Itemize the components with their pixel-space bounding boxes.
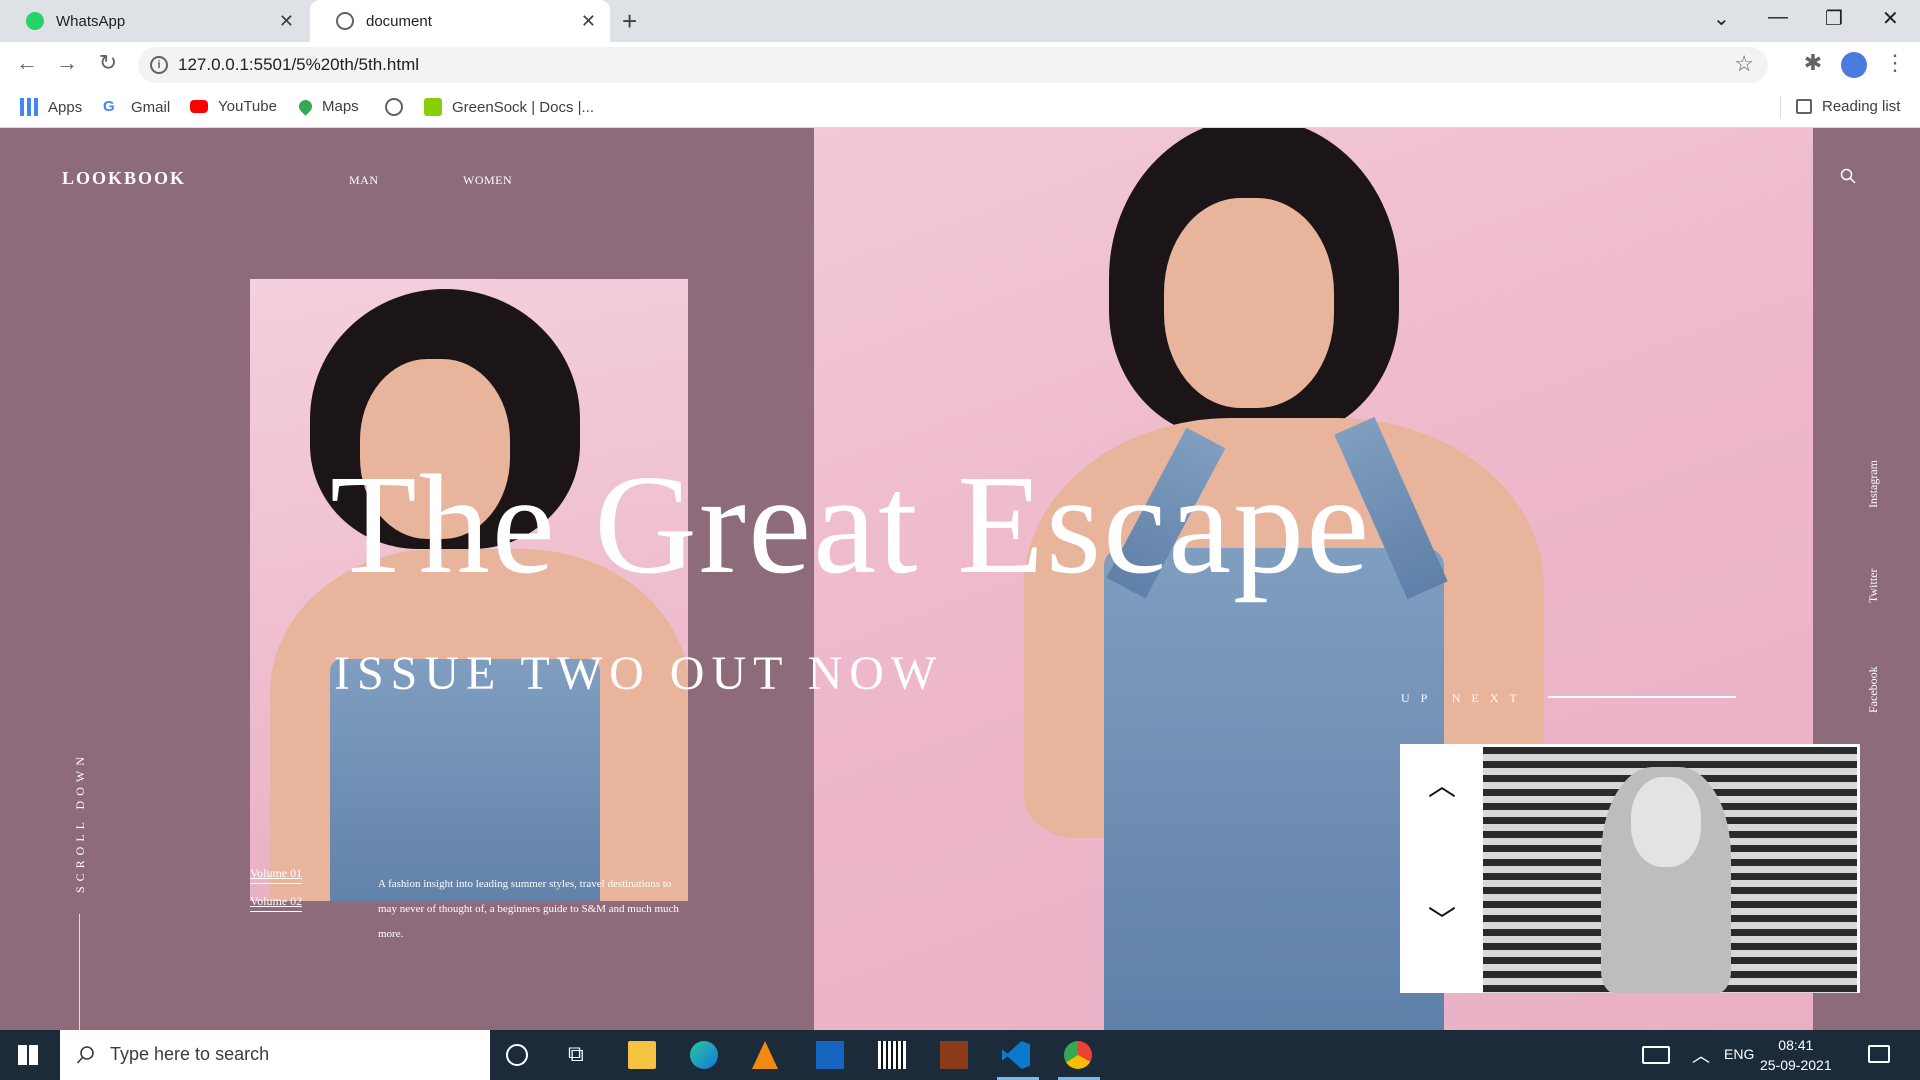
volume-02-link[interactable]: Volume 02 [250,894,303,912]
divider [1780,96,1781,118]
tab-label: WhatsApp [56,12,126,30]
app-icon[interactable] [816,1041,844,1069]
restore-button[interactable]: ❐ [1825,6,1843,31]
tab-search-button[interactable]: ⌄ [1713,6,1730,31]
url-text[interactable]: 127.0.0.1:5501/5%20th/5th.html [178,55,419,75]
globe-icon [336,12,354,30]
back-button[interactable]: ← [12,50,42,76]
bookmark-greensock[interactable]: GreenSock | Docs |... [424,98,594,116]
hero-subtitle: ISSUE TWO OUT NOW [334,647,944,700]
bookmark-apps[interactable]: Apps [20,98,82,116]
bookmark-maps[interactable]: Maps [296,97,359,116]
chevron-up-icon[interactable]: ︿ [1424,764,1460,804]
tab-whatsapp[interactable]: WhatsApp ✕ [0,0,308,42]
google-icon: G [103,98,115,115]
bookmark-star-icon[interactable]: ☆ [1734,51,1754,77]
photo-face [1164,198,1334,408]
chrome-icon[interactable] [1064,1041,1092,1069]
language-indicator[interactable]: ENG [1724,1046,1754,1062]
search-icon[interactable] [1840,168,1856,184]
piano-icon[interactable] [878,1041,906,1069]
bookmark-label: Maps [322,98,359,115]
bookmarks-bar: Apps G Gmail YouTube Maps GreenSock | Do… [0,88,1920,128]
windows-start-icon[interactable] [18,1045,38,1065]
hero-title: The Great Escape [330,445,1372,603]
clock-time: 08:41 [1778,1037,1814,1053]
issue-description: A fashion insight into leading summer st… [378,878,679,940]
youtube-icon [190,100,208,113]
close-icon[interactable]: ✕ [279,11,294,32]
maps-pin-icon [296,97,315,116]
site-logo[interactable]: LOOKBOOK [62,168,186,189]
apps-grid-icon [20,98,38,116]
info-icon[interactable]: i [150,56,168,74]
browser-toolbar: ← → ↻ i 127.0.0.1:5501/5%20th/5th.html ☆… [0,42,1920,88]
reading-list-icon [1796,99,1812,114]
minimize-button[interactable]: — [1768,6,1788,29]
menu-icon[interactable]: ⋮ [1880,50,1910,76]
taskbar-search[interactable]: Type here to search [60,1030,490,1080]
globe-icon [385,98,403,116]
greensock-icon [424,98,442,116]
chevron-up-icon[interactable]: ︿ [1692,1042,1710,1068]
social-twitter[interactable]: Twitter [1866,569,1881,603]
vscode-icon[interactable] [1002,1041,1030,1069]
reload-button[interactable]: ↻ [93,50,123,76]
cortana-icon[interactable] [506,1044,528,1066]
up-next-label: UP NEXT [1401,691,1528,705]
profile-avatar[interactable] [1841,52,1867,78]
windows-taskbar: Type here to search ⧉ ︿ ENG 08:41 25-09-… [0,1030,1920,1080]
up-next-card: ︿ ﹀ [1400,744,1860,993]
edge-icon[interactable] [690,1041,718,1069]
task-view-icon[interactable]: ⧉ [568,1041,596,1069]
social-instagram[interactable]: Instagram [1866,460,1881,508]
search-icon [76,1046,94,1064]
tab-label: document [366,12,432,30]
new-tab-button[interactable]: + [622,6,637,37]
search-placeholder[interactable]: Type here to search [110,1044,269,1065]
bookmark-label: Gmail [131,98,171,116]
up-next-line [1548,696,1736,698]
close-window-button[interactable]: ✕ [1882,6,1899,31]
bookmark-label: YouTube [218,98,277,115]
file-explorer-icon[interactable] [628,1041,656,1069]
bookmark-label: Apps [48,98,83,116]
scroll-line [79,914,80,1030]
forward-button[interactable]: → [52,50,82,76]
browser-tab-strip: WhatsApp ✕ document ✕ + ⌄ — ❐ ✕ [0,0,1920,42]
photo-overalls [1104,548,1444,1030]
address-bar[interactable]: i 127.0.0.1:5501/5%20th/5th.html ☆ [138,47,1768,83]
whatsapp-icon [26,12,44,30]
nav-man[interactable]: MAN [349,173,379,188]
close-icon[interactable]: ✕ [581,11,596,32]
extensions-icon[interactable]: ✱ [1798,50,1828,76]
photo-face [1631,777,1701,867]
clock-date: 25-09-2021 [1760,1057,1832,1073]
bookmark-youtube[interactable]: YouTube [190,98,277,115]
reading-list-label: Reading list [1822,98,1901,115]
social-facebook[interactable]: Facebook [1866,666,1881,713]
bookmark-label: GreenSock | Docs |... [452,98,595,116]
tab-document[interactable]: document ✕ [310,0,610,42]
bookmark-gmail[interactable]: G Gmail [103,98,170,116]
chevron-down-icon[interactable]: ﹀ [1424,899,1460,939]
app-icon[interactable] [940,1041,968,1069]
lookbook-page: LOOKBOOK MAN WOMEN The Great Escape ISSU… [0,128,1920,1030]
vlc-icon[interactable] [752,1041,778,1069]
bookmark-globe[interactable] [385,98,413,116]
news-icon[interactable] [1642,1046,1670,1064]
scroll-down-label[interactable]: SCROLL DOWN [73,752,88,893]
up-next-photo[interactable] [1483,747,1857,993]
volume-01-link[interactable]: Volume 01 [250,866,303,884]
clock[interactable]: 08:41 25-09-2021 [1760,1035,1832,1075]
reading-list-button[interactable]: Reading list [1796,98,1900,115]
notification-icon[interactable] [1868,1045,1890,1063]
nav-women[interactable]: WOMEN [463,173,512,188]
